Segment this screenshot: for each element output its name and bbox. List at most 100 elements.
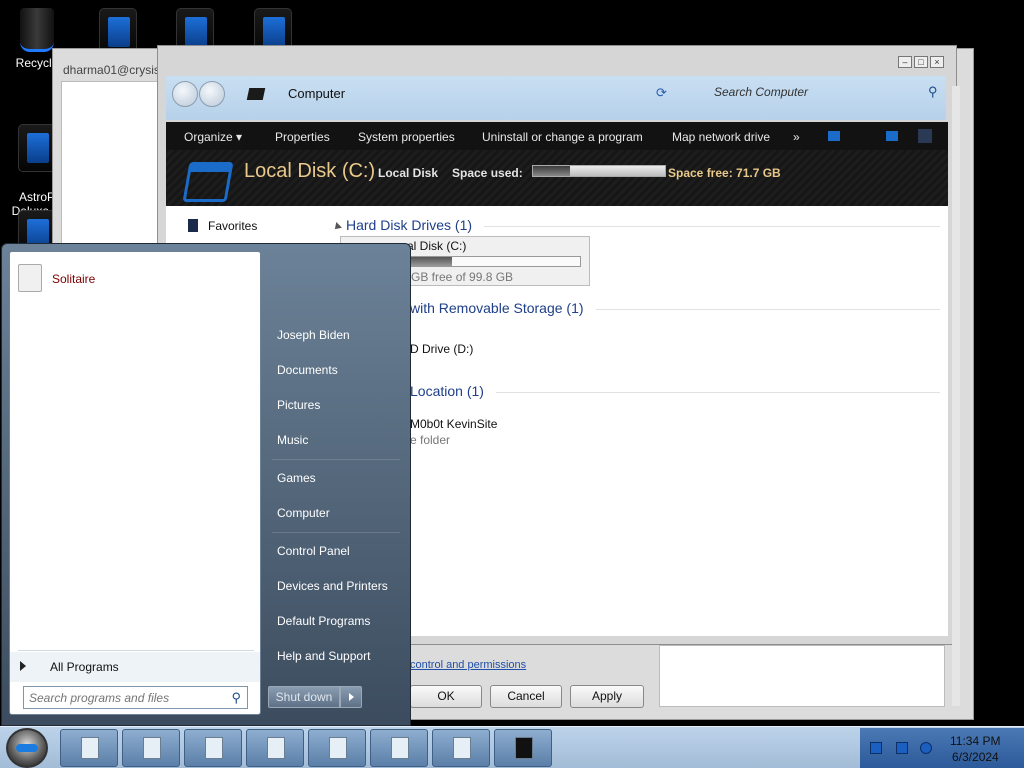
program-solitaire[interactable]: Solitaire <box>52 272 95 286</box>
space-used-bar <box>532 165 666 177</box>
drive-usage-bar <box>401 256 581 267</box>
minimize-button[interactable]: – <box>898 56 912 68</box>
divider <box>18 650 254 651</box>
command-bar: Organize ▾ Properties System properties … <box>166 122 948 152</box>
taskbar-explorer-button[interactable] <box>60 729 118 767</box>
start-control-panel[interactable]: Control Panel <box>277 544 350 558</box>
folder-icon <box>81 737 99 759</box>
taskbar-app-button[interactable] <box>308 729 366 767</box>
more-commands-button[interactable]: » <box>793 130 800 144</box>
properties-button[interactable]: Properties <box>275 130 330 144</box>
close-button[interactable]: × <box>930 56 944 68</box>
group-header-network[interactable]: Location (1) <box>410 383 484 399</box>
arrow-right-icon <box>20 661 26 671</box>
nav-favorites[interactable]: Favorites <box>208 219 257 233</box>
drive-item-free: 7 GB free of 99.8 GB <box>401 270 514 284</box>
permissions-link[interactable]: control and permissions <box>410 659 526 671</box>
start-default-programs[interactable]: Default Programs <box>277 614 370 628</box>
start-menu: Solitaire All Programs ⚲ Joseph Biden Do… <box>1 243 411 726</box>
group-header-hard-disk[interactable]: Hard Disk Drives (1) <box>346 217 472 233</box>
clock-date[interactable]: 6/3/2024 <box>952 750 999 764</box>
search-input[interactable]: Search Computer <box>714 85 808 99</box>
shortcut-icon <box>18 124 56 172</box>
taskbar-computer-button[interactable] <box>494 729 552 767</box>
start-documents[interactable]: Documents <box>277 363 338 377</box>
installer-icon <box>143 737 161 759</box>
forward-button[interactable] <box>199 81 225 107</box>
shutdown-options-button[interactable] <box>340 686 362 708</box>
installer-icon <box>267 737 285 759</box>
back-button[interactable] <box>172 81 198 107</box>
all-programs-label: All Programs <box>50 660 119 674</box>
removable-drive-item[interactable]: D Drive (D:) <box>410 342 473 356</box>
divider <box>484 226 940 227</box>
view-icon[interactable] <box>828 131 840 141</box>
drive-icon <box>182 162 234 202</box>
details-pane: Local Disk (C:) Local Disk Space used: S… <box>166 150 948 206</box>
refresh-icon[interactable]: ⟳ <box>656 85 667 101</box>
collapse-arrow-icon[interactable] <box>332 222 342 232</box>
network-location-item[interactable]: M0b0t KevinSite <box>410 417 497 431</box>
notification-area: 11:34 PM 6/3/2024 <box>860 728 1024 768</box>
uninstall-program-button[interactable]: Uninstall or change a program <box>482 130 643 144</box>
maximize-button[interactable]: □ <box>914 56 928 68</box>
apply-button[interactable]: Apply <box>570 685 644 708</box>
taskbar-app-button[interactable] <box>246 729 304 767</box>
taskbar-app-button[interactable] <box>370 729 428 767</box>
start-search-box[interactable]: ⚲ <box>23 686 248 709</box>
content-pane <box>659 645 945 707</box>
start-search-input[interactable] <box>24 687 214 708</box>
solitaire-icon <box>18 264 42 292</box>
scrollbar[interactable] <box>952 86 960 706</box>
divider <box>596 309 940 310</box>
all-programs-button[interactable]: All Programs <box>10 652 260 682</box>
network-icon[interactable] <box>870 742 882 754</box>
group-header-removable[interactable]: with Removable Storage (1) <box>410 300 584 316</box>
recycle-bin-image <box>20 8 54 52</box>
clock-time[interactable]: 11:34 PM <box>950 734 1000 748</box>
start-devices-printers[interactable]: Devices and Printers <box>277 579 388 593</box>
start-button[interactable] <box>6 728 48 768</box>
divider <box>272 532 400 533</box>
drive-name: Local Disk <box>378 166 439 180</box>
start-pictures[interactable]: Pictures <box>277 398 320 412</box>
taskbar-app-button[interactable] <box>432 729 490 767</box>
system-properties-button[interactable]: System properties <box>358 130 455 144</box>
space-used-label: Space used: <box>452 166 523 180</box>
divider <box>272 459 400 460</box>
action-center-icon[interactable] <box>896 742 908 754</box>
installer-icon <box>329 737 347 759</box>
taskbar-app-button[interactable] <box>184 729 242 767</box>
computer-icon <box>246 88 266 100</box>
start-games[interactable]: Games <box>277 471 316 485</box>
address-bar: Computer ⟳ Search Computer ⚲ <box>166 76 946 120</box>
preview-pane-icon[interactable] <box>886 131 898 141</box>
monitor-icon <box>515 737 533 759</box>
start-user[interactable]: Joseph Biden <box>277 328 350 342</box>
drive-title: Local Disk (C:) <box>244 160 376 182</box>
divider <box>496 392 940 393</box>
start-music[interactable]: Music <box>277 433 308 447</box>
search-icon[interactable]: ⚲ <box>928 84 938 100</box>
ok-button[interactable]: OK <box>410 685 482 708</box>
help-icon[interactable] <box>918 129 932 143</box>
search-icon: ⚲ <box>231 690 241 705</box>
favorites-icon <box>188 219 198 232</box>
start-computer[interactable]: Computer <box>277 506 330 520</box>
shutdown-button[interactable]: Shut down <box>268 686 340 708</box>
organize-button[interactable]: Organize ▾ <box>184 130 242 144</box>
installer-icon <box>453 737 471 759</box>
taskbar: 11:34 PM 6/3/2024 <box>0 726 1024 768</box>
window-title: dharma01@crysis <box>63 63 160 77</box>
map-network-drive-button[interactable]: Map network drive <box>672 130 770 144</box>
space-free: Space free: 71.7 GB <box>668 166 781 180</box>
space-used-fill <box>533 166 570 176</box>
start-help-support[interactable]: Help and Support <box>277 649 370 663</box>
breadcrumb-computer[interactable]: Computer <box>288 86 345 101</box>
cancel-button[interactable]: Cancel <box>490 685 562 708</box>
network-location-type: e folder <box>410 433 451 447</box>
volume-icon[interactable] <box>920 742 932 754</box>
installer-icon <box>391 737 409 759</box>
taskbar-app-button[interactable] <box>122 729 180 767</box>
installer-icon <box>205 737 223 759</box>
